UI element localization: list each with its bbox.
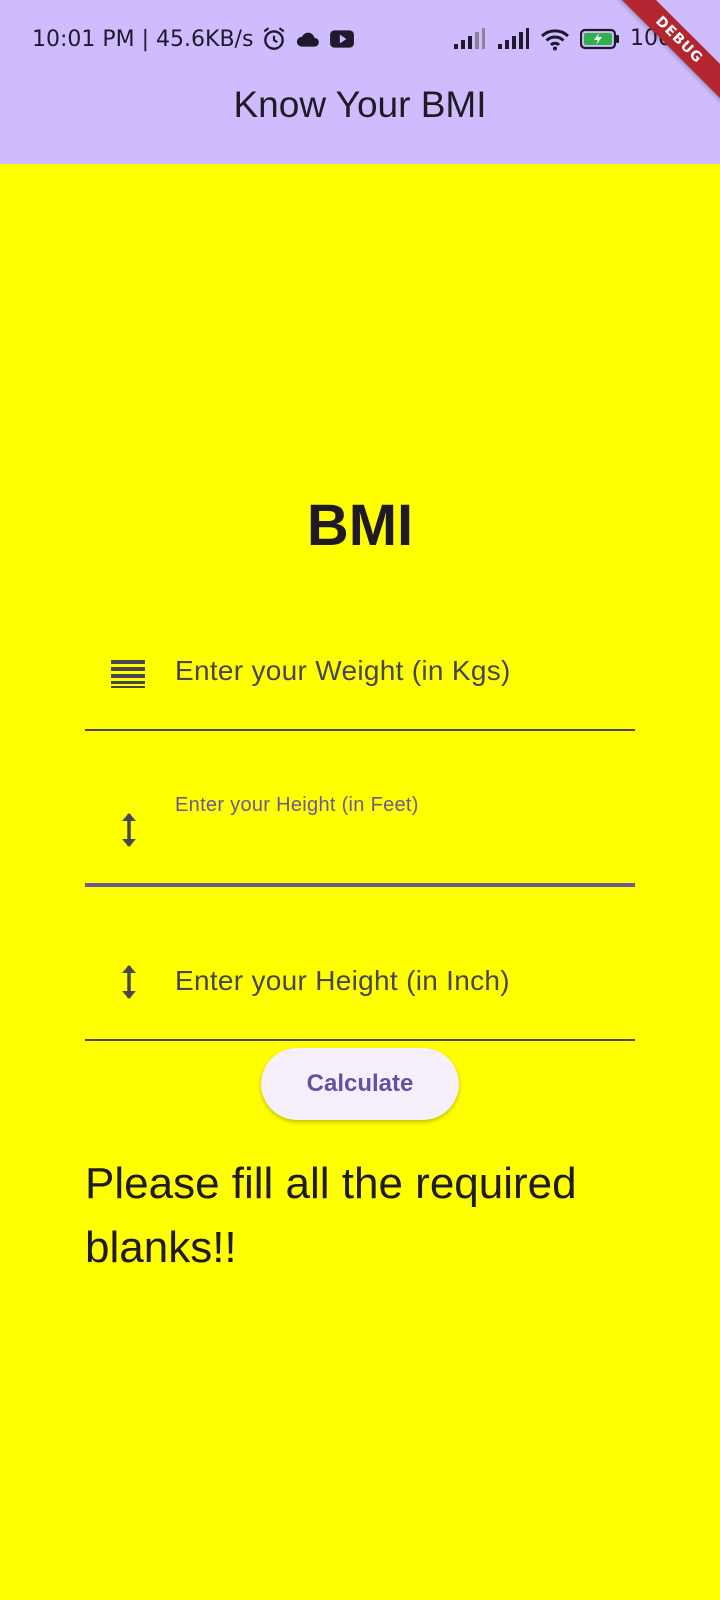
height-icon <box>109 810 149 850</box>
status-time-speed: 10:01 PM | 45.6KB/s <box>32 26 254 52</box>
height-feet-label: Enter your Height (in Feet) <box>175 794 419 816</box>
signal-icon <box>452 27 486 50</box>
calculate-button[interactable]: Calculate <box>261 1048 459 1120</box>
status-left: 10:01 PM | 45.6KB/s <box>32 26 355 52</box>
app-bar: 10:01 PM | 45.6KB/s 100 Know Your BMI <box>0 0 720 164</box>
youtube-icon <box>329 28 355 50</box>
app-screen: 10:01 PM | 45.6KB/s 100 Know Your BMI DE… <box>0 0 720 1600</box>
weight-placeholder: Enter your Weight (in Kgs) <box>175 655 511 686</box>
height-inch-field[interactable]: Enter your Height (in Inch) <box>85 938 635 1042</box>
height-icon <box>109 962 149 1002</box>
alarm-icon <box>261 26 287 52</box>
page-heading: BMI <box>306 493 414 558</box>
height-inch-underline <box>85 1039 635 1041</box>
weight-underline <box>85 729 635 731</box>
wifi-icon <box>540 27 570 51</box>
weight-field[interactable]: Enter your Weight (in Kgs) <box>85 630 635 732</box>
app-title: Know Your BMI <box>233 84 487 125</box>
height-feet-field[interactable]: Enter your Height (in Feet) <box>85 780 635 887</box>
signal-icon <box>496 27 530 50</box>
cloud-icon <box>295 28 321 50</box>
lines-icon <box>109 652 149 692</box>
status-bar: 10:01 PM | 45.6KB/s 100 <box>0 0 720 80</box>
battery-icon <box>580 28 620 50</box>
height-inch-placeholder: Enter your Height (in Inch) <box>175 965 510 996</box>
result-message: Please fill all the required blanks!! <box>85 1159 577 1272</box>
status-right: 100 <box>452 26 672 51</box>
height-feet-underline <box>85 883 635 887</box>
